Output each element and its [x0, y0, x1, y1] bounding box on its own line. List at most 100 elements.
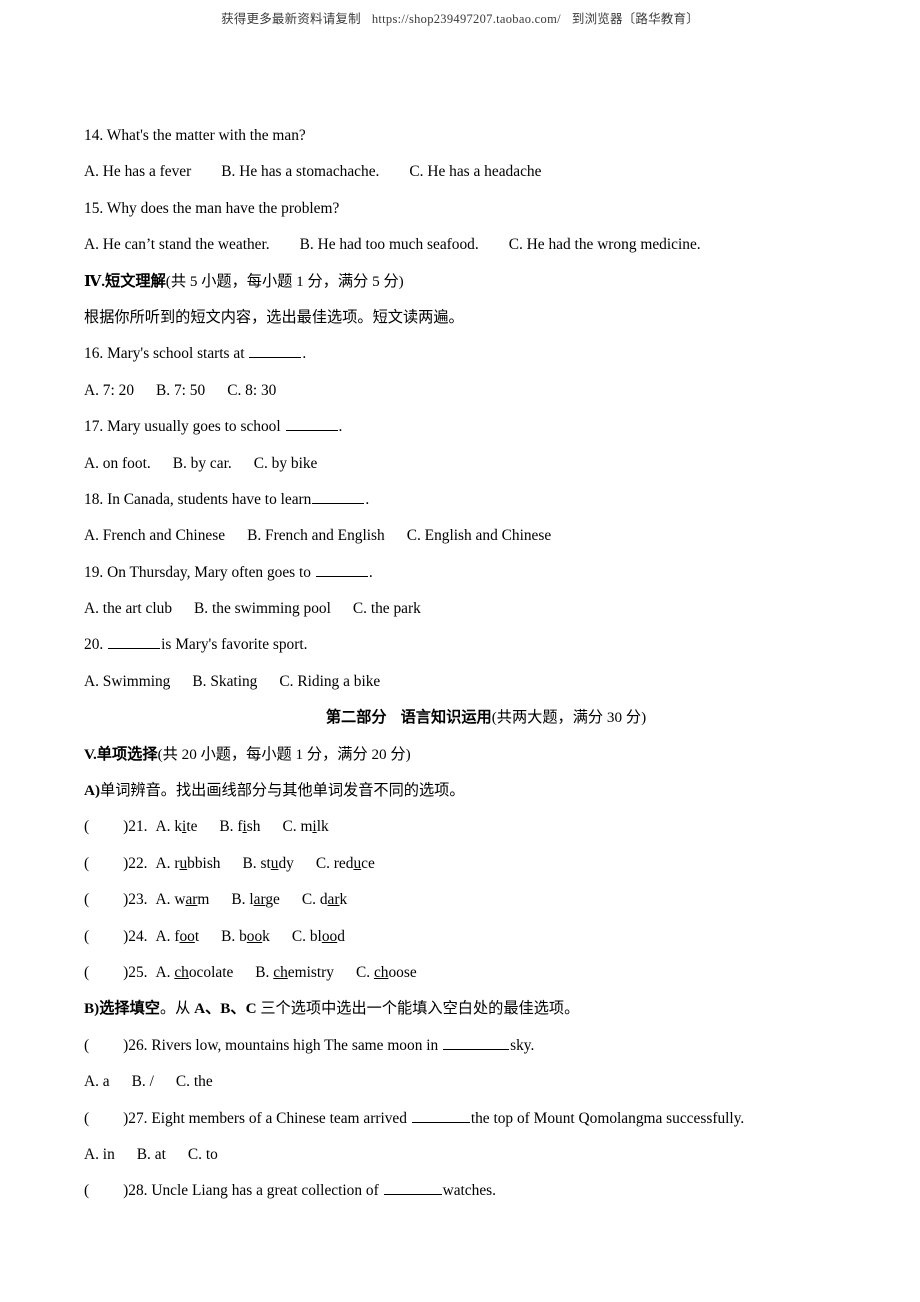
subsection-b-options: A、B、C — [194, 1000, 257, 1018]
section-5-heading: V.单项选择(共 20 小题，每小题 1 分，满分 20 分) — [84, 737, 844, 773]
question-22-row: ()22. A. rubbish B. study C. reduce — [84, 846, 844, 882]
option-c[interactable]: C. He had the wrong medicine. — [509, 236, 701, 253]
subsection-b-text-2: 三个选项中选出一个能填入空白处的最佳选项。 — [256, 1000, 580, 1018]
answer-bracket[interactable]: ()22. — [84, 855, 148, 872]
question-15-options: A. He can’t stand the weather. B. He had … — [84, 227, 844, 263]
question-23-row: ()23. A. warm B. large C. dark — [84, 882, 844, 918]
question-19-stem: 19. On Thursday, Mary often goes to . — [84, 555, 844, 591]
option-b[interactable]: B. large — [231, 891, 279, 908]
option-a[interactable]: A. rubbish — [156, 855, 221, 872]
option-c[interactable]: C. to — [188, 1146, 218, 1163]
question-26-stem: ()26. Rivers low, mountains high The sam… — [84, 1028, 844, 1064]
answer-bracket[interactable]: ()27. — [84, 1110, 148, 1127]
answer-bracket[interactable]: ()26. — [84, 1037, 148, 1054]
option-b[interactable]: B. French and English — [247, 527, 385, 544]
option-c[interactable]: C. He has a headache — [409, 163, 541, 180]
question-14-stem: 14. What's the matter with the man? — [84, 127, 306, 144]
question-17-text-before: 17. Mary usually goes to school — [84, 418, 281, 436]
answer-blank[interactable] — [249, 343, 302, 359]
question-18-text-before: 18. In Canada, students have to learn — [84, 490, 312, 508]
option-b[interactable]: B. He had too much seafood. — [300, 236, 479, 253]
answer-blank[interactable] — [411, 1107, 470, 1123]
option-a[interactable]: A. on foot. — [84, 455, 151, 472]
watermark-shop-url: https://shop239497207.taobao.com/ — [371, 12, 561, 26]
question-28-text-after: watches. — [442, 1182, 496, 1200]
answer-blank[interactable] — [315, 562, 368, 577]
option-a[interactable]: A. He can’t stand the weather. — [84, 236, 270, 253]
option-a[interactable]: A. He has a fever — [84, 163, 191, 180]
option-b[interactable]: B. Skating — [192, 673, 257, 690]
answer-blank[interactable] — [443, 1035, 510, 1050]
question-24-row: ()24. A. foot B. book C. blood — [84, 919, 844, 955]
question-28-stem: ()28. Uncle Liang has a great collection… — [84, 1173, 844, 1209]
question-27-stem: ()27. Eight members of a Chinese team ar… — [84, 1101, 844, 1137]
question-18-text-after: . — [365, 490, 370, 508]
option-b[interactable]: B. He has a stomachache. — [221, 163, 379, 180]
option-c[interactable]: C. 8: 30 — [227, 382, 276, 399]
answer-bracket[interactable]: ()24. — [84, 928, 148, 945]
answer-bracket[interactable]: ()23. — [84, 891, 148, 908]
option-b[interactable]: B. the swimming pool — [194, 600, 331, 617]
question-16-text-before: 16. Mary's school starts at — [84, 345, 245, 363]
option-a[interactable]: A. in — [84, 1146, 115, 1163]
question-18-stem: 18. In Canada, students have to learn. — [84, 482, 844, 518]
question-27-text-after: the top of Mount Qomolangma successfully… — [470, 1109, 745, 1127]
option-b[interactable]: B. / — [132, 1073, 154, 1090]
watermark-trail-text: 到浏览器〔路华教育〕 — [571, 12, 699, 26]
question-17-stem: 17. Mary usually goes to school . — [84, 409, 844, 445]
option-c[interactable]: C. dark — [302, 891, 347, 908]
option-c[interactable]: C. choose — [356, 964, 417, 981]
option-a[interactable]: A. kite — [156, 818, 198, 835]
answer-blank[interactable] — [312, 489, 365, 504]
option-c[interactable]: C. milk — [282, 818, 328, 835]
question-20-options: A. Swimming B. Skating C. Riding a bike — [84, 664, 844, 700]
option-b[interactable]: B. fish — [219, 818, 260, 835]
question-28-text-before: Uncle Liang has a great collection of — [151, 1182, 379, 1200]
question-15-stem: 15. Why does the man have the problem? — [84, 199, 340, 217]
question-22-number: )22. — [123, 854, 148, 872]
question-26-number: )26. — [123, 1036, 148, 1054]
question-25-number: )25. — [123, 963, 148, 981]
answer-blank[interactable] — [285, 416, 338, 432]
option-a[interactable]: A. a — [84, 1073, 110, 1090]
option-c[interactable]: C. the — [176, 1073, 213, 1090]
answer-blank[interactable] — [383, 1180, 442, 1196]
question-25-row: ()25. A. chocolate B. chemistry C. choose — [84, 955, 844, 991]
part-two-heading: 第二部分 语言知识运用(共两大题，满分 30 分) — [83, 700, 889, 736]
option-a[interactable]: A. foot — [156, 928, 200, 945]
option-c[interactable]: C. by bike — [254, 455, 318, 472]
question-21-number: )21. — [123, 818, 148, 836]
section-5-points: (共 20 小题，每小题 1 分，满分 20 分) — [157, 745, 411, 763]
section-5-label: V.单项选择 — [84, 745, 158, 763]
option-b[interactable]: B. by car. — [173, 455, 232, 472]
section-4-heading: Ⅳ.短文理解(共 5 小题，每小题 1 分，满分 5 分) — [84, 264, 844, 300]
option-c[interactable]: C. Riding a bike — [279, 673, 380, 690]
part-two-points: (共两大题，满分 30 分) — [491, 709, 647, 727]
option-a[interactable]: A. the art club — [84, 600, 172, 617]
option-a[interactable]: A. chocolate — [156, 964, 234, 981]
option-b[interactable]: B. study — [243, 855, 294, 872]
option-a[interactable]: A. warm — [156, 891, 210, 908]
option-c[interactable]: C. English and Chinese — [407, 527, 552, 544]
option-c[interactable]: C. blood — [292, 928, 345, 945]
option-a[interactable]: A. 7: 20 — [84, 382, 134, 399]
option-a[interactable]: A. French and Chinese — [84, 527, 225, 544]
answer-bracket[interactable]: ()21. — [84, 818, 148, 835]
question-24-number: )24. — [123, 927, 148, 945]
option-b[interactable]: B. book — [221, 928, 270, 945]
answer-bracket[interactable]: ()25. — [84, 964, 148, 981]
question-17-text-after: . — [338, 418, 343, 436]
option-b[interactable]: B. at — [137, 1146, 166, 1163]
question-16-options: A. 7: 20 B. 7: 50 C. 8: 30 — [84, 373, 844, 409]
question-18-options: A. French and Chinese B. French and Engli… — [84, 518, 844, 554]
exam-paper-body: 14. What's the matter with the man? A. H… — [84, 118, 844, 1210]
option-b[interactable]: B. chemistry — [255, 964, 334, 981]
answer-blank[interactable] — [108, 634, 161, 650]
option-b[interactable]: B. 7: 50 — [156, 382, 205, 399]
option-c[interactable]: C. the park — [353, 600, 421, 617]
section-4-instruction: 根据你所听到的短文内容，选出最佳选项。短文读两遍。 — [84, 308, 464, 326]
option-a[interactable]: A. Swimming — [84, 673, 170, 690]
option-c[interactable]: C. reduce — [316, 855, 375, 872]
question-19-options: A. the art club B. the swimming pool C. th… — [84, 591, 844, 627]
answer-bracket[interactable]: ()28. — [84, 1182, 148, 1199]
